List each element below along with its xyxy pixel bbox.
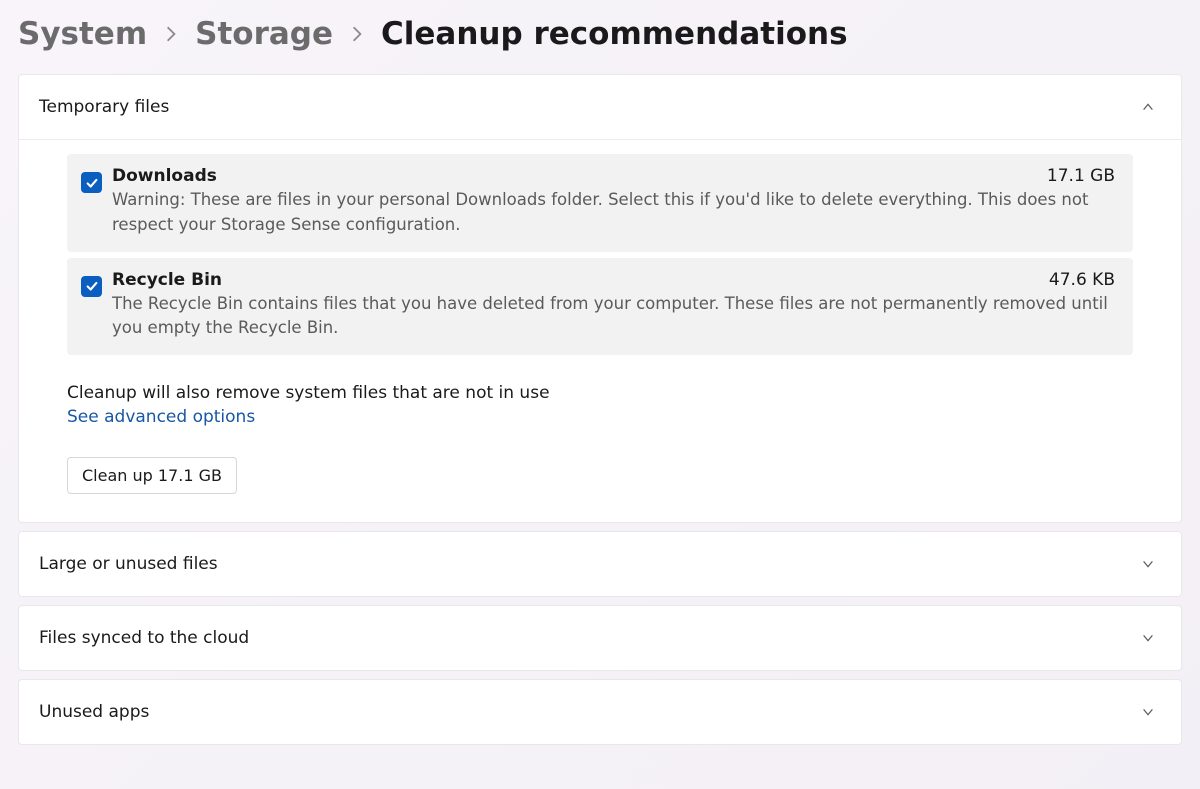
section-temporary-files: Temporary files Downloads 17.1 GB Warnin… (18, 74, 1182, 523)
section-large-files: Large or unused files (18, 531, 1182, 597)
section-title: Unused apps (39, 702, 149, 722)
cleanup-note: Cleanup will also remove system files th… (67, 383, 1133, 403)
checkbox-recycle-bin[interactable] (81, 276, 102, 297)
breadcrumb-storage[interactable]: Storage (195, 16, 333, 52)
breadcrumb-system[interactable]: System (18, 16, 147, 52)
advanced-options-link[interactable]: See advanced options (67, 407, 255, 427)
chevron-right-icon (165, 25, 177, 43)
section-title: Large or unused files (39, 554, 218, 574)
item-size: 47.6 KB (1049, 270, 1115, 290)
item-description: Warning: These are files in your persona… (112, 188, 1115, 238)
section-header-unused-apps[interactable]: Unused apps (19, 680, 1181, 744)
checkbox-downloads[interactable] (81, 172, 102, 193)
cleanup-button[interactable]: Clean up 17.1 GB (67, 457, 237, 494)
section-title: Temporary files (39, 97, 169, 117)
section-header-temporary-files[interactable]: Temporary files (19, 75, 1181, 140)
item-name: Recycle Bin (112, 270, 222, 290)
chevron-up-icon (1141, 100, 1155, 114)
chevron-right-icon (351, 25, 363, 43)
item-size: 17.1 GB (1047, 166, 1115, 186)
section-unused-apps: Unused apps (18, 679, 1182, 745)
section-header-large-files[interactable]: Large or unused files (19, 532, 1181, 596)
chevron-down-icon (1141, 631, 1155, 645)
section-title: Files synced to the cloud (39, 628, 249, 648)
item-description: The Recycle Bin contains files that you … (112, 292, 1115, 342)
section-cloud-files: Files synced to the cloud (18, 605, 1182, 671)
page-title: Cleanup recommendations (381, 16, 848, 52)
chevron-down-icon (1141, 557, 1155, 571)
breadcrumb: System Storage Cleanup recommendations (18, 10, 1182, 74)
section-header-cloud-files[interactable]: Files synced to the cloud (19, 606, 1181, 670)
cleanup-item-downloads[interactable]: Downloads 17.1 GB Warning: These are fil… (67, 154, 1133, 252)
section-body-temporary-files: Downloads 17.1 GB Warning: These are fil… (19, 140, 1181, 522)
cleanup-item-recycle-bin[interactable]: Recycle Bin 47.6 KB The Recycle Bin cont… (67, 258, 1133, 356)
item-name: Downloads (112, 166, 217, 186)
chevron-down-icon (1141, 705, 1155, 719)
